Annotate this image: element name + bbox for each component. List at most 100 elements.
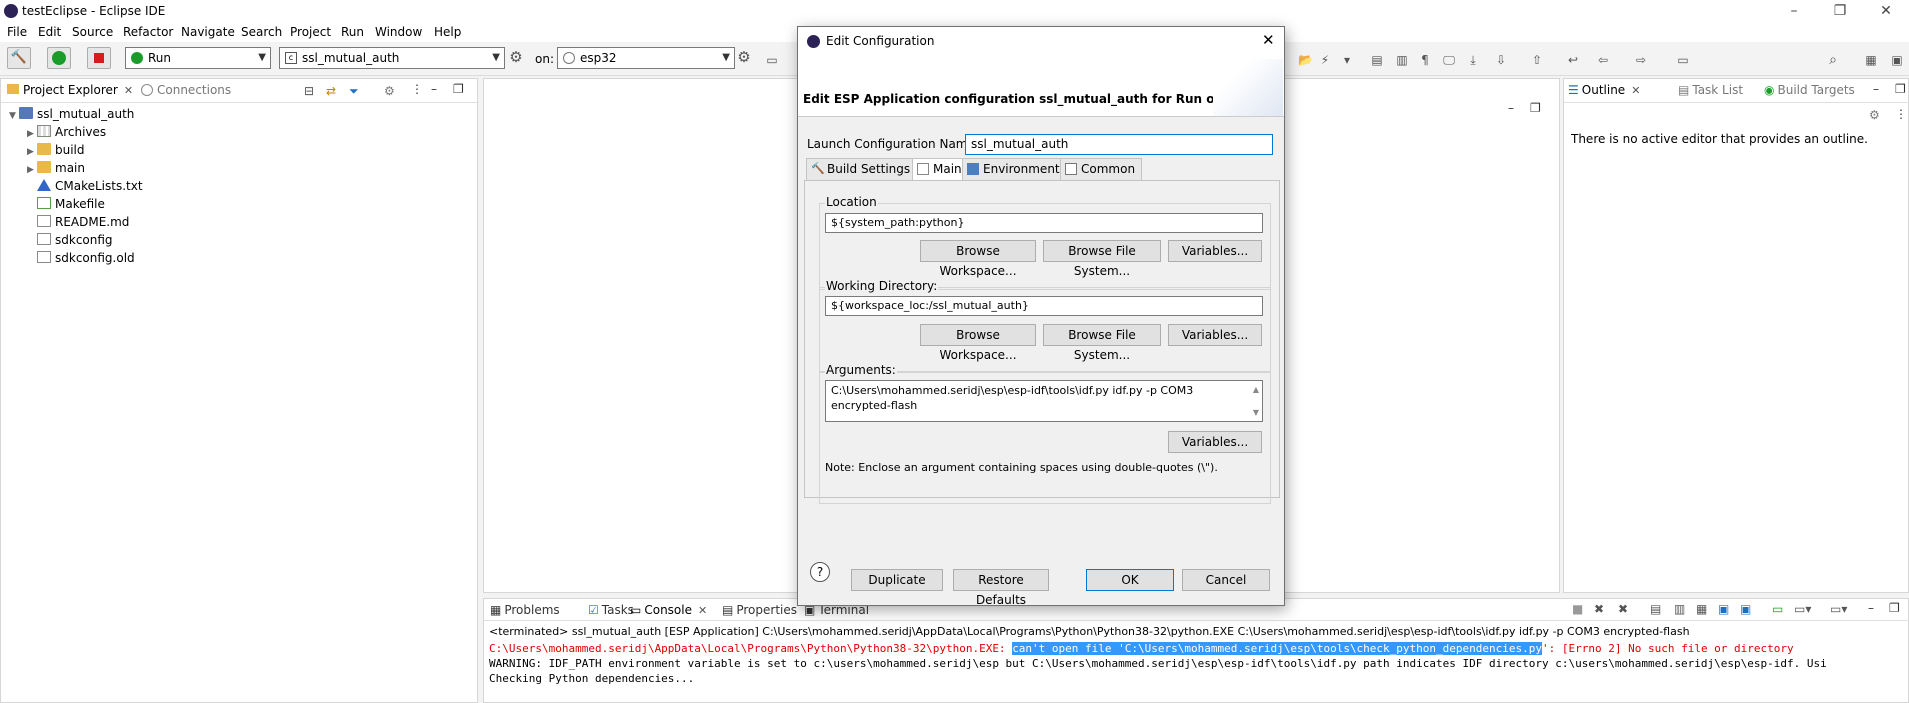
- dialog-close-icon[interactable]: ✕: [1262, 31, 1275, 49]
- annotation-icon[interactable]: ▤: [1370, 54, 1384, 66]
- restore-defaults-button[interactable]: Restore Defaults: [953, 569, 1049, 607]
- launch-config-combo[interactable]: c ssl_mutual_auth ▼: [279, 47, 505, 69]
- working-dir-input[interactable]: ${workspace_loc:/ssl_mutual_auth}: [825, 296, 1263, 316]
- show-stdout-icon[interactable]: ▣: [1718, 602, 1729, 616]
- open-console-icon[interactable]: ▭▾: [1830, 602, 1847, 616]
- menu-project[interactable]: Project: [290, 25, 331, 39]
- tab-outline[interactable]: ☰ Outline ✕: [1568, 83, 1640, 97]
- menu-window[interactable]: Window: [375, 25, 422, 39]
- arguments-variables-button[interactable]: Variables...: [1168, 431, 1262, 453]
- maximize-icon[interactable]: ❐: [1817, 0, 1863, 22]
- menu-file[interactable]: File: [7, 25, 27, 39]
- more-options-icon[interactable]: ⋮: [1895, 107, 1907, 121]
- duplicate-button[interactable]: Duplicate: [851, 569, 943, 591]
- config-name-input[interactable]: ssl_mutual_auth: [965, 134, 1273, 155]
- new-icon[interactable]: ▭: [765, 54, 779, 66]
- terminate-icon[interactable]: ■: [1572, 602, 1583, 616]
- open-perspective-icon[interactable]: ▦: [1864, 54, 1878, 66]
- workdir-browse-fs-button[interactable]: Browse File System...: [1043, 324, 1161, 362]
- open-folder-icon[interactable]: 📂: [1298, 54, 1313, 66]
- workdir-variables-button[interactable]: Variables...: [1168, 324, 1262, 346]
- maximize-view-icon[interactable]: ❐: [1889, 601, 1900, 615]
- display-console-icon[interactable]: ▭▾: [1794, 602, 1811, 616]
- tab-common[interactable]: Common: [1060, 158, 1143, 180]
- menu-search[interactable]: Search: [241, 25, 282, 39]
- tree-item-sdkconfig[interactable]: sdkconfig: [1, 231, 471, 249]
- scroll-down-icon[interactable]: ▼: [1253, 405, 1259, 420]
- tree-item-archives[interactable]: ▶ Archives: [1, 123, 471, 141]
- collapse-all-icon[interactable]: ⊟: [304, 84, 314, 98]
- toolbar-dropdown-icon[interactable]: ▾: [1340, 54, 1354, 66]
- menu-run[interactable]: Run: [341, 25, 364, 39]
- menu-refactor[interactable]: Refactor: [123, 25, 173, 39]
- prev-annotation-icon[interactable]: ⇧: [1530, 54, 1544, 66]
- location-browse-fs-button[interactable]: Browse File System...: [1043, 240, 1161, 278]
- location-variables-button[interactable]: Variables...: [1168, 240, 1262, 262]
- cpp-perspective-icon[interactable]: ▣: [1890, 54, 1904, 66]
- tree-item-build[interactable]: ▶ build: [1, 141, 471, 159]
- tree-item-sdkconfig-old[interactable]: sdkconfig.old: [1, 249, 471, 267]
- menu-help[interactable]: Help: [434, 25, 461, 39]
- tab-build-settings[interactable]: 🔨 Build Settings: [806, 158, 918, 180]
- tab-properties[interactable]: ▤ Properties: [722, 603, 797, 617]
- launch-target-combo[interactable]: esp32 ▼: [557, 47, 735, 69]
- tab-task-list[interactable]: ▤ Task List: [1678, 83, 1743, 97]
- launch-mode-combo[interactable]: Run ▼: [125, 47, 271, 69]
- editor-minimize-icon[interactable]: –: [1508, 101, 1514, 115]
- tree-item-readme[interactable]: README.md: [1, 213, 471, 231]
- last-edit-icon[interactable]: ↩: [1566, 54, 1580, 66]
- block-icon[interactable]: ▥: [1395, 54, 1409, 66]
- tab-project-explorer[interactable]: Project Explorer ✕: [7, 83, 133, 97]
- stop-button[interactable]: [87, 47, 111, 69]
- tab-build-targets[interactable]: ◉ Build Targets: [1764, 83, 1855, 97]
- tab-problems[interactable]: ▦ Problems: [490, 603, 560, 617]
- minimize-view-icon[interactable]: –: [431, 82, 437, 96]
- pin-console-icon[interactable]: ▭: [1772, 602, 1783, 616]
- show-stderr-icon[interactable]: ▣: [1740, 602, 1751, 616]
- config-gear-icon[interactable]: ⚙: [509, 50, 523, 65]
- close-tab-icon[interactable]: ✕: [698, 604, 707, 617]
- tab-connections[interactable]: Connections: [141, 83, 231, 97]
- workdir-browse-workspace-button[interactable]: Browse Workspace...: [920, 324, 1036, 362]
- expanded-chevron-icon[interactable]: ▼: [9, 107, 19, 125]
- target-gear-icon[interactable]: ⚙: [737, 50, 751, 65]
- maximize-view-icon[interactable]: ❐: [1895, 82, 1906, 96]
- clear-console-icon[interactable]: ▤: [1650, 602, 1661, 616]
- filter-icon[interactable]: ⏷: [349, 84, 359, 99]
- location-browse-workspace-button[interactable]: Browse Workspace...: [920, 240, 1036, 278]
- word-wrap-icon[interactable]: ▦: [1696, 602, 1707, 616]
- tree-item-main[interactable]: ▶ main: [1, 159, 471, 177]
- view-menu-icon[interactable]: ⚙: [1869, 108, 1880, 122]
- collapsed-chevron-icon[interactable]: ▶: [27, 161, 37, 179]
- menu-navigate[interactable]: Navigate: [181, 25, 235, 39]
- tab-tasks[interactable]: ☑ Tasks: [588, 603, 634, 617]
- minimize-icon[interactable]: –: [1771, 0, 1817, 22]
- close-tab-icon[interactable]: ✕: [124, 84, 133, 97]
- next-annotation-icon[interactable]: ⇩: [1494, 54, 1508, 66]
- remove-all-icon[interactable]: ✖: [1618, 602, 1628, 616]
- pin-editor-icon[interactable]: ▭: [1676, 54, 1690, 66]
- scroll-lock-icon[interactable]: ▥: [1674, 602, 1685, 616]
- build-hammer-icon[interactable]: 🔨: [7, 47, 31, 69]
- ok-button[interactable]: OK: [1086, 569, 1174, 591]
- toggle-breakpoint-icon[interactable]: ⤓: [1466, 54, 1480, 66]
- more-options-icon[interactable]: ⋮: [411, 82, 423, 96]
- tab-environment[interactable]: Environment: [962, 158, 1067, 180]
- tab-console[interactable]: ▭ Console ✕: [630, 603, 707, 617]
- close-tab-icon[interactable]: ✕: [1631, 84, 1640, 97]
- forward-icon[interactable]: ⇨: [1634, 54, 1648, 66]
- scroll-up-icon[interactable]: ▲: [1253, 382, 1259, 397]
- location-input[interactable]: ${system_path:python}: [825, 213, 1263, 233]
- search-icon[interactable]: ⌕: [1826, 53, 1840, 67]
- flash-icon[interactable]: ⚡: [1318, 54, 1332, 66]
- editor-maximize-icon[interactable]: ❐: [1530, 101, 1541, 115]
- view-menu-icon[interactable]: ⚙: [384, 84, 395, 98]
- tree-item-root[interactable]: ▼ ssl_mutual_auth: [1, 105, 471, 123]
- minimize-view-icon[interactable]: –: [1873, 82, 1879, 96]
- tab-main[interactable]: Main: [912, 158, 969, 181]
- arguments-textarea[interactable]: C:\Users\mohammed.seridj\esp\esp-idf\too…: [825, 380, 1263, 422]
- launch-run-button[interactable]: [47, 47, 71, 69]
- tree-item-cmakelists[interactable]: CMakeLists.txt: [1, 177, 471, 195]
- monitor-icon[interactable]: 🖵: [1442, 54, 1456, 66]
- close-window-icon[interactable]: ✕: [1863, 0, 1909, 22]
